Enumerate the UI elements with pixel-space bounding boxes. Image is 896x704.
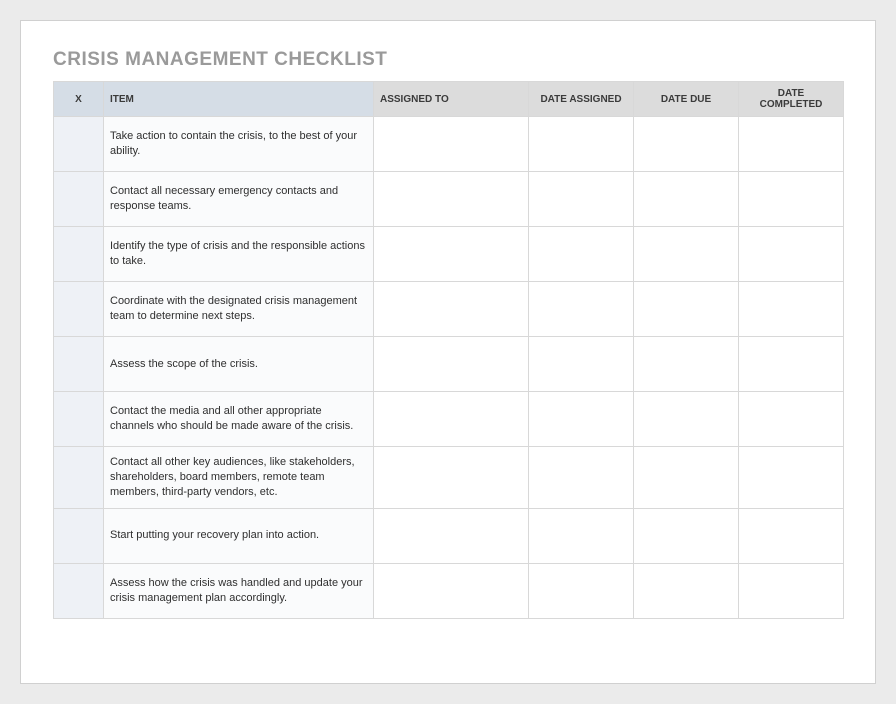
table-header: X ITEM ASSIGNED TO DATE ASSIGNED DATE DU…	[54, 82, 844, 117]
cell-date-due	[634, 508, 739, 563]
cell-date-completed	[739, 508, 844, 563]
cell-date-assigned	[529, 227, 634, 282]
cell-item: Start putting your recovery plan into ac…	[104, 508, 374, 563]
cell-date-due	[634, 282, 739, 337]
cell-x	[54, 508, 104, 563]
cell-assigned-to	[374, 508, 529, 563]
table-row: Take action to contain the crisis, to th…	[54, 117, 844, 172]
cell-date-assigned	[529, 172, 634, 227]
cell-x	[54, 227, 104, 282]
cell-assigned-to	[374, 447, 529, 509]
cell-x	[54, 563, 104, 618]
cell-item: Contact the media and all other appropri…	[104, 392, 374, 447]
cell-item: Assess how the crisis was handled and up…	[104, 563, 374, 618]
cell-date-assigned	[529, 117, 634, 172]
cell-date-completed	[739, 563, 844, 618]
cell-date-assigned	[529, 392, 634, 447]
cell-item: Contact all other key audiences, like st…	[104, 447, 374, 509]
table-row: Assess how the crisis was handled and up…	[54, 563, 844, 618]
cell-date-due	[634, 337, 739, 392]
header-x: X	[54, 82, 104, 117]
cell-date-due	[634, 392, 739, 447]
cell-date-completed	[739, 117, 844, 172]
cell-x	[54, 392, 104, 447]
page-title: CRISIS MANAGEMENT CHECKLIST	[53, 49, 843, 71]
cell-assigned-to	[374, 563, 529, 618]
table-row: Coordinate with the designated crisis ma…	[54, 282, 844, 337]
table-row: Contact all necessary emergency contacts…	[54, 172, 844, 227]
cell-date-assigned	[529, 563, 634, 618]
cell-date-completed	[739, 392, 844, 447]
document-page: CRISIS MANAGEMENT CHECKLIST X ITEM ASSIG…	[20, 20, 876, 684]
cell-assigned-to	[374, 172, 529, 227]
cell-date-due	[634, 117, 739, 172]
cell-item: Coordinate with the designated crisis ma…	[104, 282, 374, 337]
cell-x	[54, 282, 104, 337]
table-row: Identify the type of crisis and the resp…	[54, 227, 844, 282]
cell-date-completed	[739, 227, 844, 282]
table-row: Contact all other key audiences, like st…	[54, 447, 844, 509]
table-row: Assess the scope of the crisis.	[54, 337, 844, 392]
cell-x	[54, 447, 104, 509]
cell-date-due	[634, 227, 739, 282]
cell-date-assigned	[529, 282, 634, 337]
cell-date-completed	[739, 447, 844, 509]
cell-date-assigned	[529, 508, 634, 563]
cell-date-assigned	[529, 337, 634, 392]
cell-date-completed	[739, 172, 844, 227]
cell-assigned-to	[374, 117, 529, 172]
cell-date-due	[634, 447, 739, 509]
cell-x	[54, 117, 104, 172]
cell-x	[54, 172, 104, 227]
cell-assigned-to	[374, 392, 529, 447]
table-row: Contact the media and all other appropri…	[54, 392, 844, 447]
cell-x	[54, 337, 104, 392]
cell-item: Contact all necessary emergency contacts…	[104, 172, 374, 227]
cell-date-completed	[739, 282, 844, 337]
header-item: ITEM	[104, 82, 374, 117]
header-assigned-to: ASSIGNED TO	[374, 82, 529, 117]
cell-item: Assess the scope of the crisis.	[104, 337, 374, 392]
cell-assigned-to	[374, 227, 529, 282]
cell-item: Identify the type of crisis and the resp…	[104, 227, 374, 282]
cell-date-completed	[739, 337, 844, 392]
cell-item: Take action to contain the crisis, to th…	[104, 117, 374, 172]
table-row: Start putting your recovery plan into ac…	[54, 508, 844, 563]
table-body: Take action to contain the crisis, to th…	[54, 117, 844, 619]
cell-date-due	[634, 563, 739, 618]
cell-date-due	[634, 172, 739, 227]
cell-assigned-to	[374, 337, 529, 392]
checklist-table: X ITEM ASSIGNED TO DATE ASSIGNED DATE DU…	[53, 81, 844, 619]
cell-date-assigned	[529, 447, 634, 509]
header-date-assigned: DATE ASSIGNED	[529, 82, 634, 117]
header-date-completed: DATE COMPLETED	[739, 82, 844, 117]
header-date-due: DATE DUE	[634, 82, 739, 117]
cell-assigned-to	[374, 282, 529, 337]
